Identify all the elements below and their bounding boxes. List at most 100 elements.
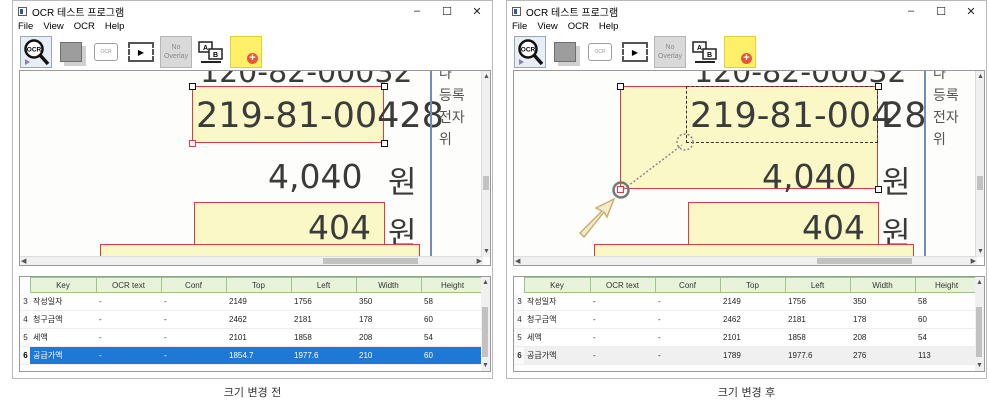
- svg-text:OCR: OCR: [521, 47, 536, 54]
- minimize-button[interactable]: –: [402, 5, 432, 17]
- document-view[interactable]: 120-82-00032 219-81-00428 4,040 원 404 원 …: [19, 70, 491, 266]
- table-row[interactable]: 5 세액 - - 2101 1858 208 54: [514, 328, 978, 347]
- view-vscroll-thumb[interactable]: [483, 176, 489, 190]
- speech-bubble-icon: OCR: [588, 43, 612, 61]
- gray-square-icon: [554, 42, 576, 62]
- svg-text:B: B: [213, 52, 218, 59]
- dual-monitor-icon: A B: [198, 41, 223, 63]
- grid-vscroll-thumb[interactable]: [482, 307, 488, 357]
- col-header-left[interactable]: Left: [784, 277, 851, 293]
- resize-handle-bl[interactable]: [189, 140, 196, 147]
- grid-scroll-up-icon[interactable]: ▲: [976, 278, 983, 287]
- scroll-up-icon[interactable]: ▲: [977, 72, 984, 81]
- table-row[interactable]: 4 청구금액 - - 2462 2181 178 60: [20, 310, 484, 329]
- table-row[interactable]: 3 작성일자 - - 2149 1756 350 58: [514, 292, 978, 311]
- col-header-top[interactable]: Top: [719, 277, 786, 293]
- view-vertical-scrollbar[interactable]: ▲ ▼: [975, 71, 984, 257]
- window-title: OCR 테스트 프로그램: [32, 7, 125, 19]
- view-horizontal-scrollbar[interactable]: ◀ ▶: [514, 256, 977, 265]
- col-header-height[interactable]: Height: [420, 277, 485, 293]
- text-bubble-button[interactable]: OCR: [90, 36, 122, 68]
- maximize-button[interactable]: ☐: [926, 5, 956, 18]
- col-header-width[interactable]: Width: [355, 277, 422, 293]
- scroll-down-icon[interactable]: ▼: [483, 247, 490, 256]
- grid-scroll-up-icon[interactable]: ▲: [482, 278, 489, 287]
- scroll-up-icon[interactable]: ▲: [483, 72, 490, 81]
- close-button[interactable]: ✕: [462, 5, 492, 18]
- grid-vertical-scrollbar[interactable]: ▲ ▼: [481, 277, 490, 371]
- table-row-selected[interactable]: 6 공급가액 - - 1854.7 1977.6 210 60: [20, 346, 484, 365]
- col-header-top[interactable]: Top: [225, 277, 292, 293]
- scroll-right-icon[interactable]: ▶: [477, 257, 482, 265]
- col-header-key[interactable]: Key: [523, 277, 591, 293]
- view-horizontal-scrollbar[interactable]: ◀ ▶: [20, 256, 483, 265]
- col-header-conf[interactable]: Conf: [654, 277, 721, 293]
- grid-scroll-down-icon[interactable]: ▼: [976, 361, 983, 370]
- view-hscroll-thumb[interactable]: [323, 258, 418, 264]
- view-hscroll-thumb[interactable]: [817, 258, 912, 264]
- scroll-left-icon[interactable]: ◀: [515, 257, 520, 265]
- svg-text:B: B: [707, 52, 712, 59]
- ocr-button[interactable]: OCR: [514, 36, 546, 68]
- col-header-height[interactable]: Height: [914, 277, 979, 293]
- menu-file[interactable]: File: [18, 21, 33, 33]
- no-overlay-button[interactable]: No Overlay: [654, 36, 686, 68]
- screen-capture-button[interactable]: [55, 36, 87, 68]
- monitors-button[interactable]: A B: [195, 36, 227, 68]
- menu-ocr[interactable]: OCR: [568, 21, 589, 33]
- grid-scroll-down-icon[interactable]: ▼: [482, 361, 489, 370]
- col-header-ocr-text[interactable]: OCR text: [589, 277, 656, 293]
- document-image: 120-82-00032 219-81-004 28 4,040 원 404 원: [514, 71, 977, 257]
- result-table: Key OCR text Conf Top Left Width Height …: [20, 277, 485, 365]
- grid-vscroll-thumb[interactable]: [976, 307, 982, 357]
- caption-after: 크기 변경 후: [717, 386, 776, 399]
- table-row[interactable]: 6 공급가액 - - 1789 1977.6 276 113: [514, 346, 978, 365]
- title-bar: OCR 테스트 프로그램 – ☐ ✕: [13, 1, 492, 21]
- close-button[interactable]: ✕: [956, 5, 986, 18]
- scroll-left-icon[interactable]: ◀: [21, 257, 26, 265]
- col-header-left[interactable]: Left: [290, 277, 357, 293]
- panel-before: OCR 테스트 프로그램 – ☐ ✕ File View OCR Help OC…: [12, 0, 493, 407]
- resize-handle-tr[interactable]: [381, 83, 388, 90]
- screen-capture-button[interactable]: [549, 36, 581, 68]
- video-button[interactable]: ▶: [125, 36, 157, 68]
- result-grid[interactable]: Key OCR text Conf Top Left Width Height …: [19, 276, 491, 372]
- table-row[interactable]: 5 세액 - - 2101 1858 208 54: [20, 328, 484, 347]
- scroll-right-icon[interactable]: ▶: [971, 257, 976, 265]
- menu-help[interactable]: Help: [599, 21, 619, 33]
- row-number-header: [514, 277, 524, 293]
- magnifier-ocr-icon: OCR: [24, 39, 50, 66]
- result-grid[interactable]: Key OCR text Conf Top Left Width Height …: [513, 276, 985, 372]
- col-header-ocr-text[interactable]: OCR text: [95, 277, 162, 293]
- text-bubble-button[interactable]: OCR: [584, 36, 616, 68]
- maximize-button[interactable]: ☐: [432, 5, 462, 18]
- add-region-button[interactable]: +: [724, 36, 756, 68]
- minimize-button[interactable]: –: [896, 5, 926, 17]
- monitors-button[interactable]: A B: [689, 36, 721, 68]
- no-overlay-button[interactable]: No Overlay: [160, 36, 192, 68]
- ocr-button[interactable]: OCR: [20, 36, 52, 68]
- col-header-key[interactable]: Key: [29, 277, 97, 293]
- grid-vertical-scrollbar[interactable]: ▲ ▼: [975, 277, 984, 371]
- add-region-icon: +: [741, 53, 752, 64]
- menu-help[interactable]: Help: [105, 21, 125, 33]
- view-vscroll-thumb[interactable]: [977, 176, 983, 190]
- menu-file[interactable]: File: [512, 21, 527, 33]
- document-view[interactable]: 120-82-00032 219-81-004 28 4,040 원 404 원: [513, 70, 985, 266]
- menu-ocr[interactable]: OCR: [74, 21, 95, 33]
- svg-text:A: A: [697, 45, 702, 52]
- table-row[interactable]: 4 청구금액 - - 2462 2181 178 60: [514, 310, 978, 329]
- menu-view[interactable]: View: [537, 21, 557, 33]
- menu-view[interactable]: View: [43, 21, 63, 33]
- svg-text:OCR: OCR: [27, 47, 42, 54]
- scroll-down-icon[interactable]: ▼: [977, 247, 984, 256]
- table-row[interactable]: 3 작성일자 - - 2149 1756 350 58: [20, 292, 484, 311]
- speech-bubble-icon: OCR: [94, 43, 118, 61]
- resize-handle-tl[interactable]: [189, 83, 196, 90]
- col-header-width[interactable]: Width: [849, 277, 916, 293]
- col-header-conf[interactable]: Conf: [160, 277, 227, 293]
- add-region-button[interactable]: +: [230, 36, 262, 68]
- view-vertical-scrollbar[interactable]: ▲ ▼: [481, 71, 490, 257]
- video-button[interactable]: ▶: [619, 36, 651, 68]
- resize-handle-br[interactable]: [381, 140, 388, 147]
